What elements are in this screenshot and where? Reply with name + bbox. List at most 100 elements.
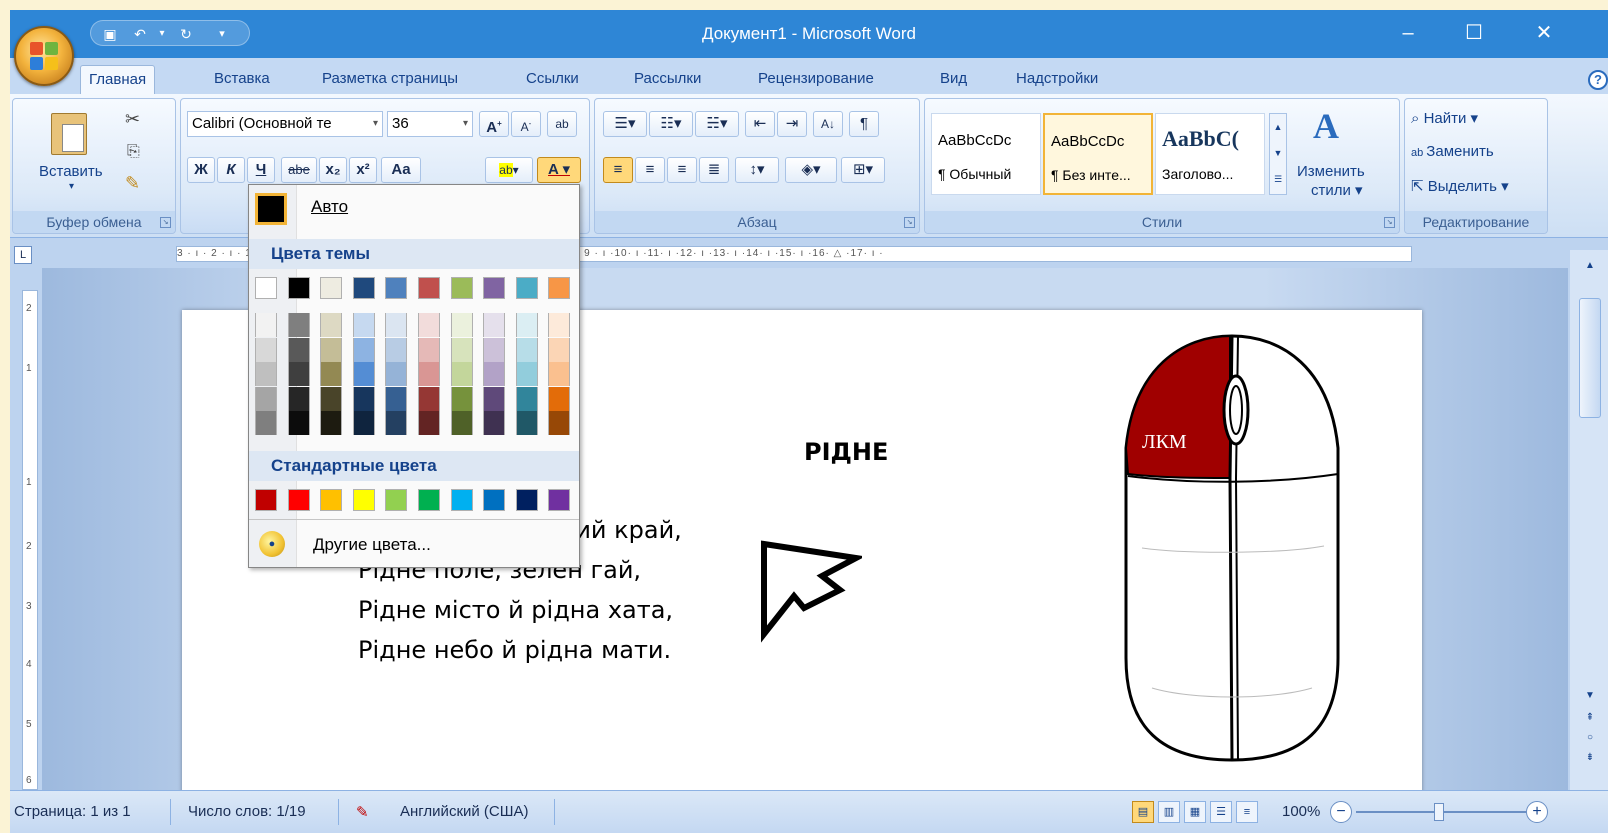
bullets-icon[interactable]: ☰▾ — [603, 111, 647, 137]
highlight-color-button[interactable]: ab▾ — [485, 157, 533, 183]
style-no-spacing[interactable]: AaBbCcDc ¶ Без инте... — [1043, 113, 1153, 195]
font-color-button[interactable]: A ▾ — [537, 157, 581, 183]
theme-shade-swatch[interactable] — [548, 313, 571, 337]
theme-shade-swatch[interactable] — [483, 411, 506, 435]
theme-shade-swatch[interactable] — [515, 337, 538, 362]
theme-color-swatch[interactable] — [483, 277, 506, 299]
strikethrough-button[interactable]: abe — [281, 157, 317, 183]
theme-shade-swatch[interactable] — [418, 411, 440, 435]
font-name-combo[interactable]: Calibri (Основной те ▾ — [187, 111, 383, 137]
superscript-button[interactable]: x² — [349, 157, 377, 183]
status-page[interactable]: Страница: 1 из 1 — [14, 803, 131, 820]
office-button[interactable] — [14, 26, 74, 86]
theme-shade-swatch[interactable] — [450, 313, 473, 337]
align-left-icon[interactable]: ≡ — [603, 157, 633, 183]
status-words[interactable]: Число слов: 1/19 — [188, 803, 306, 820]
numbering-icon[interactable]: ☷▾ — [649, 111, 693, 137]
align-center-icon[interactable]: ≡ — [635, 157, 665, 183]
theme-color-swatch[interactable] — [287, 277, 310, 299]
theme-shade-swatch[interactable] — [548, 386, 571, 411]
copy-icon[interactable]: ⎘ — [127, 143, 140, 161]
theme-shade-swatch[interactable] — [548, 411, 571, 435]
theme-shade-swatch[interactable] — [515, 313, 538, 337]
theme-shade-swatch[interactable] — [450, 386, 473, 411]
tab-review[interactable]: Рецензирование — [750, 65, 882, 95]
auto-color-option[interactable]: Авто — [311, 197, 348, 217]
theme-shade-swatch[interactable] — [352, 386, 375, 411]
bold-button[interactable]: Ж — [187, 157, 215, 183]
theme-shade-swatch[interactable] — [320, 386, 343, 411]
styles-scroll[interactable]: ▲ ▼ ☰ — [1269, 113, 1287, 195]
standard-color-swatch[interactable] — [255, 489, 277, 511]
web-layout-icon[interactable]: ▦ — [1184, 801, 1206, 823]
theme-shade-swatch[interactable] — [352, 411, 375, 435]
theme-color-swatch[interactable] — [255, 277, 277, 299]
increase-indent-icon[interactable]: ⇥ — [777, 111, 807, 137]
change-styles-button-line2[interactable]: стили ▾ — [1311, 181, 1363, 199]
theme-shade-swatch[interactable] — [418, 362, 440, 386]
paste-dropdown-icon[interactable]: ▾ — [69, 181, 74, 192]
theme-shade-swatch[interactable] — [320, 362, 343, 386]
theme-shade-swatch[interactable] — [385, 313, 408, 337]
theme-shade-swatch[interactable] — [385, 362, 408, 386]
theme-shade-swatch[interactable] — [352, 313, 375, 337]
standard-color-swatch[interactable] — [548, 489, 571, 511]
standard-color-swatch[interactable] — [320, 489, 343, 511]
vertical-ruler[interactable]: 21123456 — [22, 290, 38, 790]
style-heading-1[interactable]: AaBbC( Заголово... — [1155, 113, 1265, 195]
tab-references[interactable]: Ссылки — [518, 65, 587, 95]
shrink-font-button[interactable]: A- — [511, 111, 541, 137]
format-painter-icon[interactable]: ✎ — [125, 173, 140, 194]
scroll-up-icon[interactable]: ▲ — [1579, 260, 1601, 276]
theme-shade-swatch[interactable] — [255, 362, 277, 386]
tab-selector-button[interactable]: L — [14, 246, 32, 264]
find-button[interactable]: ⌕ Найти ▾ — [1411, 109, 1478, 127]
tab-page-layout[interactable]: Разметка страницы — [314, 65, 466, 95]
theme-shade-swatch[interactable] — [483, 313, 506, 337]
standard-color-swatch[interactable] — [287, 489, 310, 511]
minimize-button[interactable]: – — [1388, 18, 1428, 48]
italic-button[interactable]: К — [217, 157, 245, 183]
full-screen-reading-icon[interactable]: ▥ — [1158, 801, 1180, 823]
vertical-scrollbar[interactable]: ▲ ▼ ⇞ ○ ⇟ — [1570, 250, 1608, 790]
theme-color-swatch[interactable] — [450, 277, 473, 299]
theme-shade-swatch[interactable] — [418, 313, 440, 337]
zoom-level[interactable]: 100% — [1282, 803, 1320, 820]
theme-shade-swatch[interactable] — [287, 362, 310, 386]
change-styles-button[interactable]: Изменить — [1297, 163, 1365, 180]
theme-shade-swatch[interactable] — [548, 362, 571, 386]
theme-shade-swatch[interactable] — [352, 362, 375, 386]
paste-icon[interactable] — [51, 113, 87, 155]
standard-color-swatch[interactable] — [483, 489, 506, 511]
theme-shade-swatch[interactable] — [483, 386, 506, 411]
zoom-slider-thumb[interactable] — [1434, 803, 1444, 821]
tab-insert[interactable]: Вставка — [206, 65, 278, 95]
grow-font-button[interactable]: A+ — [479, 111, 509, 137]
shading-icon[interactable]: ◈▾ — [785, 157, 837, 183]
theme-shade-swatch[interactable] — [450, 411, 473, 435]
replace-button[interactable]: ab Заменить — [1411, 143, 1494, 160]
theme-color-swatch[interactable] — [320, 277, 343, 299]
theme-shade-swatch[interactable] — [320, 411, 343, 435]
theme-shade-swatch[interactable] — [320, 313, 343, 337]
scroll-down-icon[interactable]: ▼ — [1579, 690, 1601, 706]
clear-formatting-icon[interactable]: ab — [547, 111, 577, 137]
paste-button[interactable]: Вставить — [39, 163, 103, 180]
standard-color-swatch[interactable] — [515, 489, 538, 511]
theme-shade-swatch[interactable] — [548, 337, 571, 362]
cut-icon[interactable]: ✂ — [125, 109, 140, 130]
standard-color-swatch[interactable] — [385, 489, 408, 511]
decrease-indent-icon[interactable]: ⇤ — [745, 111, 775, 137]
theme-color-swatch[interactable] — [352, 277, 375, 299]
theme-shade-swatch[interactable] — [287, 411, 310, 435]
theme-shade-swatch[interactable] — [515, 386, 538, 411]
standard-color-swatch[interactable] — [418, 489, 440, 511]
next-page-icon[interactable]: ⇟ — [1579, 752, 1601, 768]
theme-shade-swatch[interactable] — [483, 362, 506, 386]
close-button[interactable]: ✕ — [1524, 18, 1564, 48]
theme-color-swatch[interactable] — [548, 277, 571, 299]
theme-shade-swatch[interactable] — [287, 337, 310, 362]
theme-shade-swatch[interactable] — [385, 411, 408, 435]
show-marks-icon[interactable]: ¶ — [849, 111, 879, 137]
theme-color-swatch[interactable] — [418, 277, 440, 299]
